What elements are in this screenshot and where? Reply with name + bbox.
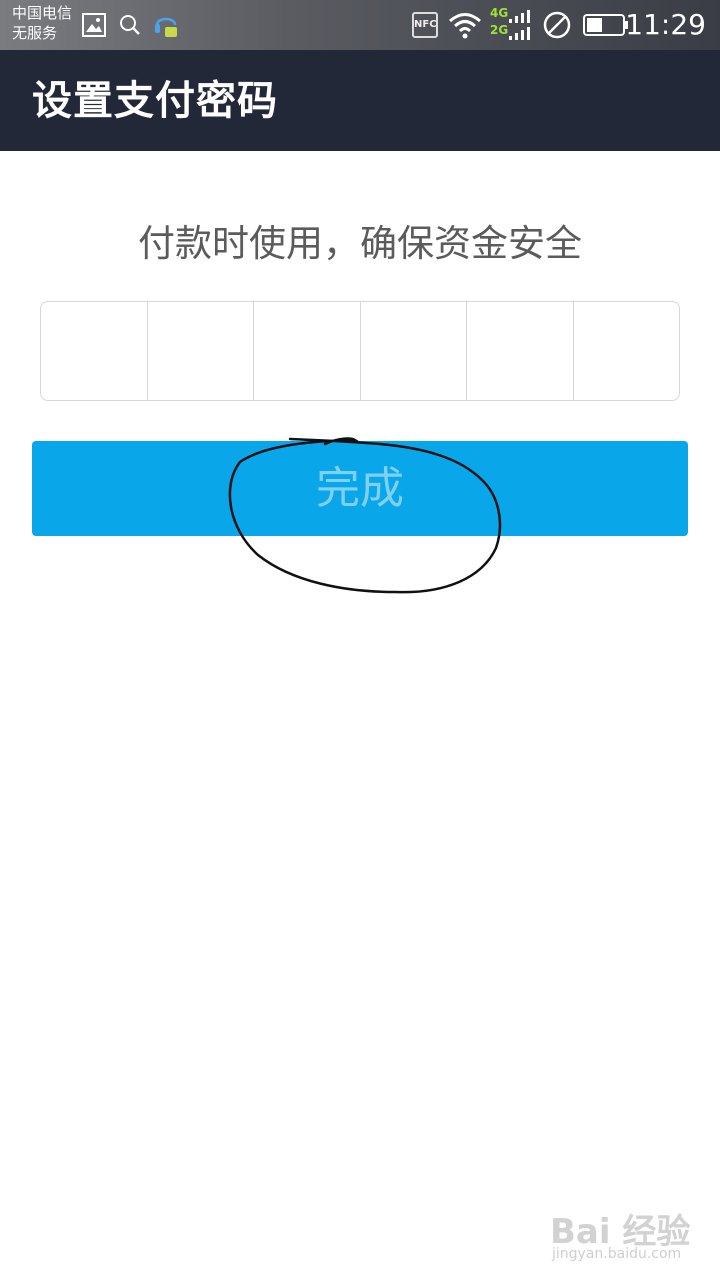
signal-icon xyxy=(509,10,530,40)
wifi-icon xyxy=(449,13,481,39)
watermark-url: jingyan.baidu.com xyxy=(552,1246,682,1262)
instruction-text: 付款时使用，确保资金安全 xyxy=(138,222,582,265)
network-2g-label: 2G xyxy=(490,23,509,37)
image-icon xyxy=(82,13,106,37)
done-button[interactable]: 完成 xyxy=(32,441,688,536)
clock: 11:29 xyxy=(625,8,706,41)
assistant-icon xyxy=(155,17,177,37)
password-input-box[interactable] xyxy=(40,301,680,401)
pin-digit-5[interactable] xyxy=(467,302,574,400)
network-4g-label: 4G xyxy=(490,6,509,20)
pin-digit-2[interactable] xyxy=(148,302,254,400)
nfc-icon: NFC xyxy=(412,12,438,38)
nfc-label: NFC xyxy=(414,19,437,30)
carrier-info: 中国电信 无服务 xyxy=(12,3,72,43)
pin-digit-1[interactable] xyxy=(41,302,148,400)
search-icon xyxy=(120,15,140,35)
service-status: 无服务 xyxy=(12,24,58,42)
pin-digit-3[interactable] xyxy=(254,302,361,400)
carrier-name: 中国电信 xyxy=(12,4,73,22)
battery-icon xyxy=(583,14,628,36)
do-not-disturb-icon xyxy=(543,11,571,39)
app-header: 设置支付密码 xyxy=(0,50,720,151)
page-title: 设置支付密码 xyxy=(32,78,278,124)
watermark: Bai 经验 jingyan.baidu.com xyxy=(550,1200,710,1270)
pin-digit-4[interactable] xyxy=(361,302,467,400)
pin-digit-6[interactable] xyxy=(574,302,680,400)
status-bar: 中国电信 无服务 NFC 4G 2G 11:29 xyxy=(0,0,720,50)
